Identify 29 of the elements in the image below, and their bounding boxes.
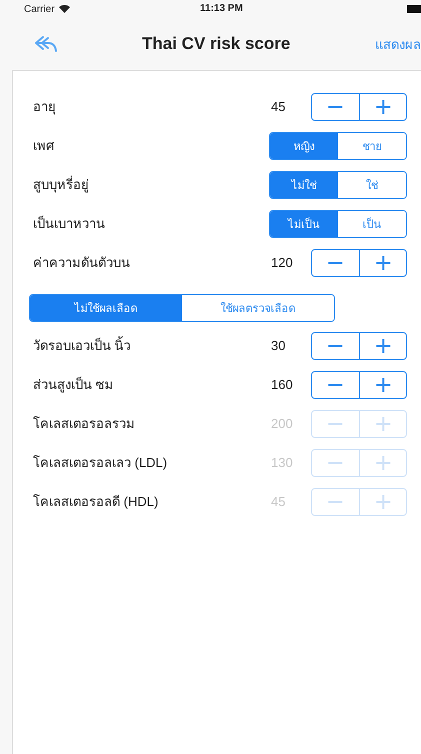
segment-option[interactable]: หญิง — [270, 132, 338, 158]
battery-icon — [407, 5, 421, 13]
nav-title: Thai CV risk score — [142, 34, 290, 54]
field-label: ค่าความดันตัวบน — [33, 254, 131, 272]
segment-option[interactable]: ไม่ใช่ — [270, 172, 338, 198]
stepper[interactable] — [311, 332, 407, 360]
field-label: สูบบุหรี่อยู่ — [33, 174, 90, 194]
field-value: 45 — [271, 99, 286, 114]
carrier-label: Carrier — [24, 4, 55, 14]
status-time: 11:13 PM — [200, 3, 243, 14]
field-value: 30 — [271, 338, 286, 353]
field-label: วัดรอบเอวเป็น นิ้ว — [33, 335, 132, 355]
blood-mode-segment[interactable]: ไม่ใช้ผลเลือด — [30, 295, 182, 321]
stepper[interactable] — [311, 92, 407, 120]
field-label: เป็นเบาหวาน — [33, 214, 106, 233]
field-label: อายุ — [33, 98, 57, 116]
reply-arrow-icon[interactable] — [34, 35, 58, 53]
wifi-icon — [58, 5, 70, 13]
field-label: โคเลสเตอรอลเลว (LDL) — [33, 454, 168, 472]
field-label: ส่วนสูงเป็น ซม — [33, 376, 115, 394]
stepper[interactable] — [311, 248, 407, 276]
show-result-button[interactable]: แสดงผล — [375, 34, 421, 54]
segment-option[interactable]: ไม่เป็น — [270, 210, 338, 236]
field-label: โคเลสเตอรอลดี (HDL) — [33, 493, 160, 511]
field-label: เพศ — [33, 137, 55, 155]
field-value: 160 — [271, 377, 294, 392]
stepper[interactable] — [311, 370, 407, 398]
field-value: 120 — [271, 255, 294, 270]
field-label: โคเลสเตอรอลรวม — [33, 415, 136, 433]
